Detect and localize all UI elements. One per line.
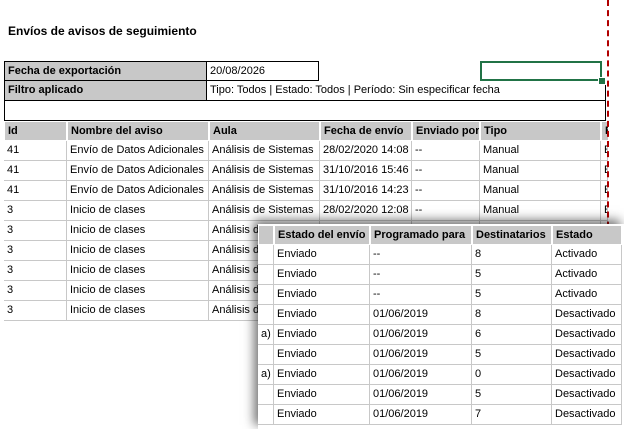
table-cell[interactable]: Enviado bbox=[274, 405, 370, 425]
table-cell[interactable]: Análisis de Sistemas bbox=[209, 161, 320, 181]
table-cell[interactable]: a) bbox=[258, 365, 274, 385]
table-cell[interactable]: Envío de Datos Adicionales bbox=[67, 181, 209, 201]
table-cell[interactable]: 8 bbox=[472, 305, 552, 325]
table-cell[interactable]: 5 bbox=[472, 345, 552, 365]
table-cell[interactable]: Manual bbox=[480, 141, 601, 161]
table-cell[interactable]: 28/02/2020 12:08 bbox=[320, 201, 412, 221]
table-cell[interactable]: Análisis de Sistemas bbox=[209, 201, 320, 221]
table-cell[interactable] bbox=[258, 245, 274, 265]
table-cell[interactable]: Manual bbox=[480, 161, 601, 181]
filter-label: Filtro aplicado bbox=[4, 81, 207, 101]
table-cell[interactable] bbox=[258, 285, 274, 305]
table-cell[interactable]: 41 bbox=[4, 161, 67, 181]
table-cell[interactable]: 01/06/2019 bbox=[370, 345, 472, 365]
table-cell[interactable]: Enviado bbox=[274, 245, 370, 265]
column-header[interactable]: Destinatarios bbox=[472, 225, 552, 245]
table-cell[interactable]: 41 bbox=[4, 141, 67, 161]
table-cell[interactable]: 3 bbox=[4, 221, 67, 241]
table-cell[interactable]: 3 bbox=[4, 241, 67, 261]
column-header[interactable]: Enviado por bbox=[412, 121, 480, 141]
table-cell[interactable]: Desactivado bbox=[552, 325, 622, 345]
table-cell[interactable]: Enviado bbox=[274, 305, 370, 325]
table-cell[interactable]: 31/10/2016 15:46 bbox=[320, 161, 412, 181]
column-header[interactable]: Nombre del aviso bbox=[67, 121, 209, 141]
table-cell[interactable]: 5 bbox=[472, 385, 552, 405]
table-cell[interactable]: -- bbox=[412, 141, 480, 161]
table-cell[interactable]: Manual bbox=[480, 201, 601, 221]
table-cell[interactable]: 5 bbox=[472, 265, 552, 285]
table-cell[interactable]: -- bbox=[370, 285, 472, 305]
table-cell[interactable]: 8 bbox=[472, 245, 552, 265]
table-cell[interactable]: Enviado bbox=[274, 325, 370, 345]
empty-row bbox=[4, 101, 606, 121]
table-cell[interactable] bbox=[258, 265, 274, 285]
table-cell[interactable]: 6 bbox=[472, 325, 552, 345]
filter-value[interactable]: Tipo: Todos | Estado: Todos | Período: S… bbox=[206, 81, 606, 101]
sheet-title: Envíos de avisos de seguimiento bbox=[8, 24, 197, 38]
table-cell[interactable]: a) bbox=[258, 325, 274, 345]
table-cell[interactable]: 28/02/2020 14:08 bbox=[320, 141, 412, 161]
column-header[interactable]: Estado del envío bbox=[274, 225, 370, 245]
table-cell[interactable]: 01/06/2019 bbox=[370, 405, 472, 425]
table-cell[interactable]: 01/06/2019 bbox=[370, 365, 472, 385]
table-cell[interactable]: Manual bbox=[480, 181, 601, 201]
column-header[interactable]: Id bbox=[4, 121, 67, 141]
table-cell[interactable]: 31/10/2016 14:23 bbox=[320, 181, 412, 201]
table-cell[interactable]: 01/06/2019 bbox=[370, 325, 472, 345]
column-header[interactable]: Estado bbox=[552, 225, 622, 245]
table-cell[interactable]: -- bbox=[412, 161, 480, 181]
export-date-value[interactable]: 20/08/2026 bbox=[206, 61, 319, 81]
table-cell[interactable] bbox=[258, 345, 274, 365]
table-cell[interactable]: Análisis de Sistemas bbox=[209, 181, 320, 201]
column-header[interactable] bbox=[258, 225, 274, 245]
table-cell[interactable]: 3 bbox=[4, 301, 67, 321]
fill-handle[interactable] bbox=[598, 77, 606, 85]
table-cell[interactable] bbox=[258, 405, 274, 425]
table-cell[interactable]: Inicio de clases bbox=[67, 241, 209, 261]
table-cell[interactable]: 0 bbox=[472, 365, 552, 385]
table-cell[interactable]: Inicio de clases bbox=[67, 301, 209, 321]
table-cell[interactable]: -- bbox=[412, 201, 480, 221]
export-date-label: Fecha de exportación bbox=[4, 61, 207, 81]
table-cell[interactable]: Envío de Datos Adicionales bbox=[67, 161, 209, 181]
overlay-panel: Estado del envío Programado para Destinata… bbox=[258, 224, 624, 429]
table-cell[interactable]: 01/06/2019 bbox=[370, 385, 472, 405]
table-cell[interactable]: 7 bbox=[472, 405, 552, 425]
table-cell[interactable]: -- bbox=[412, 181, 480, 201]
table-cell[interactable]: Enviado bbox=[274, 365, 370, 385]
table-cell[interactable]: -- bbox=[370, 265, 472, 285]
table-cell[interactable]: Inicio de clases bbox=[67, 201, 209, 221]
table-cell[interactable]: 41 bbox=[4, 181, 67, 201]
column-header[interactable]: Aula bbox=[209, 121, 320, 141]
table-cell[interactable]: Análisis de Sistemas bbox=[209, 141, 320, 161]
table-cell[interactable]: Enviado bbox=[274, 385, 370, 405]
table-cell[interactable]: Enviado bbox=[274, 345, 370, 365]
table-cell[interactable]: 3 bbox=[4, 261, 67, 281]
table-cell[interactable]: Envío de Datos Adicionales bbox=[67, 141, 209, 161]
table-cell[interactable]: Inicio de clases bbox=[67, 281, 209, 301]
table-cell[interactable]: 01/06/2019 bbox=[370, 305, 472, 325]
table-cell[interactable]: Desactivado bbox=[552, 385, 622, 405]
table-cell[interactable]: Inicio de clases bbox=[67, 261, 209, 281]
column-header[interactable]: Fecha de envío bbox=[320, 121, 412, 141]
table-cell[interactable]: Enviado bbox=[274, 285, 370, 305]
column-header[interactable]: Tipo bbox=[480, 121, 601, 141]
table-cell[interactable]: Activado bbox=[552, 285, 622, 305]
table-cell[interactable] bbox=[258, 385, 274, 405]
table-cell[interactable]: Desactivado bbox=[552, 345, 622, 365]
table-cell[interactable] bbox=[258, 305, 274, 325]
table-cell[interactable]: 3 bbox=[4, 281, 67, 301]
table-cell[interactable]: 3 bbox=[4, 201, 67, 221]
column-header[interactable]: Programado para bbox=[370, 225, 472, 245]
table-cell[interactable]: -- bbox=[370, 245, 472, 265]
selected-cell[interactable] bbox=[480, 61, 602, 81]
table-cell[interactable]: Inicio de clases bbox=[67, 221, 209, 241]
table-cell[interactable]: Activado bbox=[552, 265, 622, 285]
table-cell[interactable]: Desactivado bbox=[552, 365, 622, 385]
table-cell[interactable]: Activado bbox=[552, 245, 622, 265]
table-cell[interactable]: 5 bbox=[472, 285, 552, 305]
table-cell[interactable]: Desactivado bbox=[552, 305, 622, 325]
table-cell[interactable]: Enviado bbox=[274, 265, 370, 285]
table-cell[interactable]: Desactivado bbox=[552, 405, 622, 425]
